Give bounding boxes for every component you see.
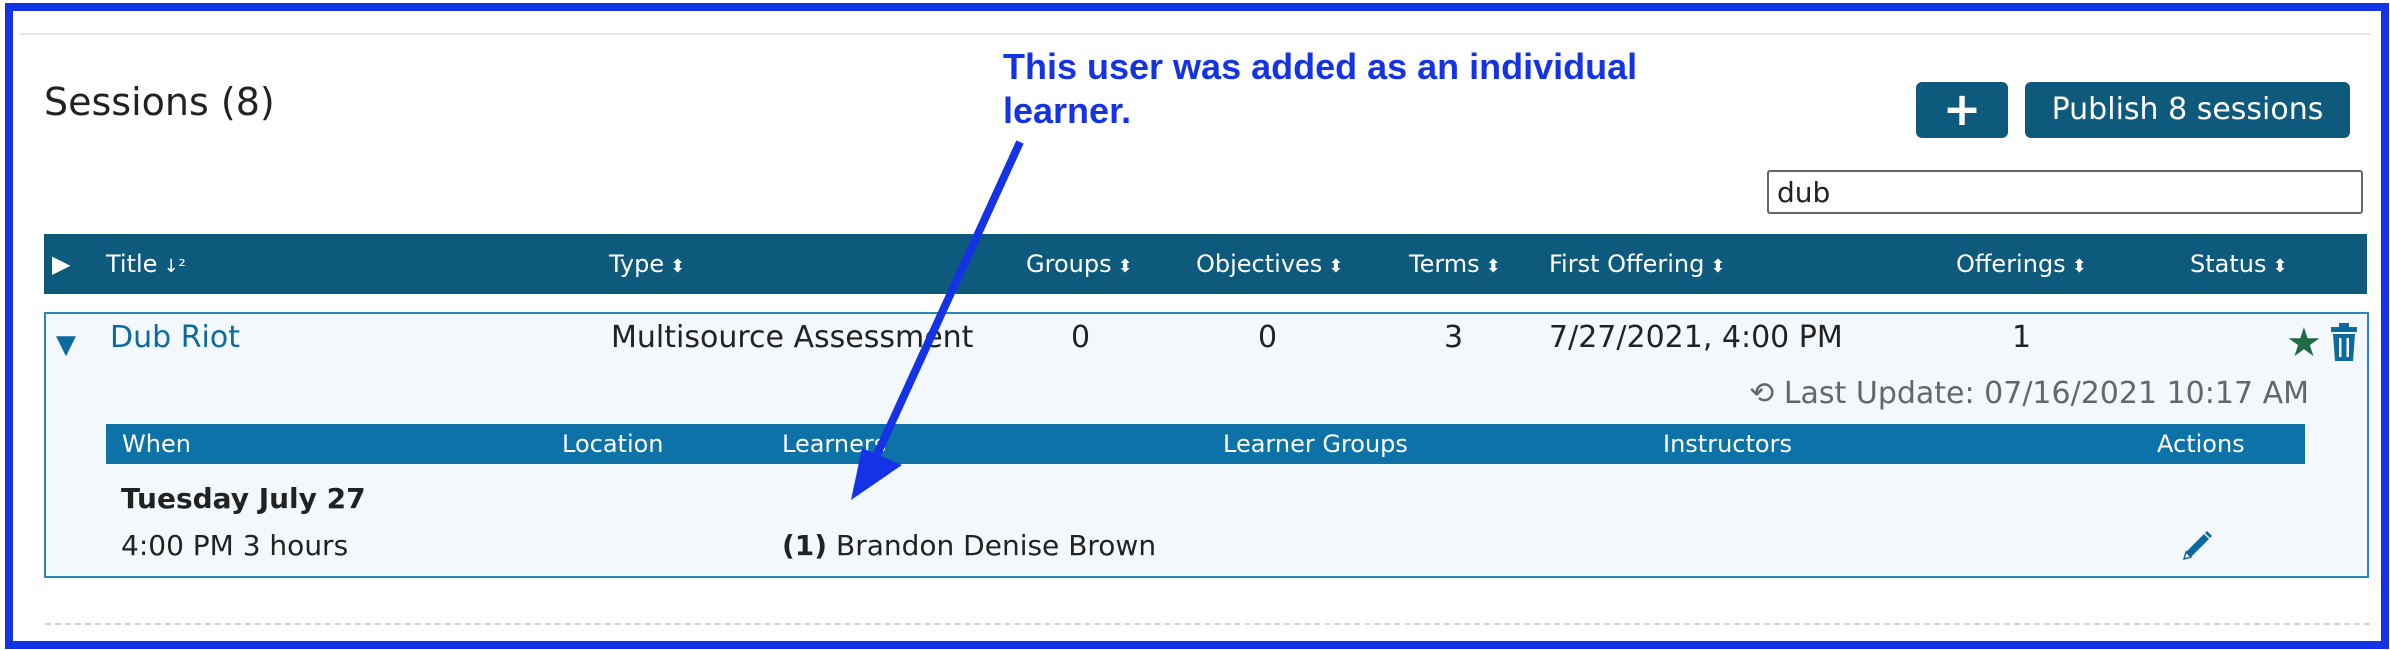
annotation-arrow xyxy=(851,140,1024,500)
